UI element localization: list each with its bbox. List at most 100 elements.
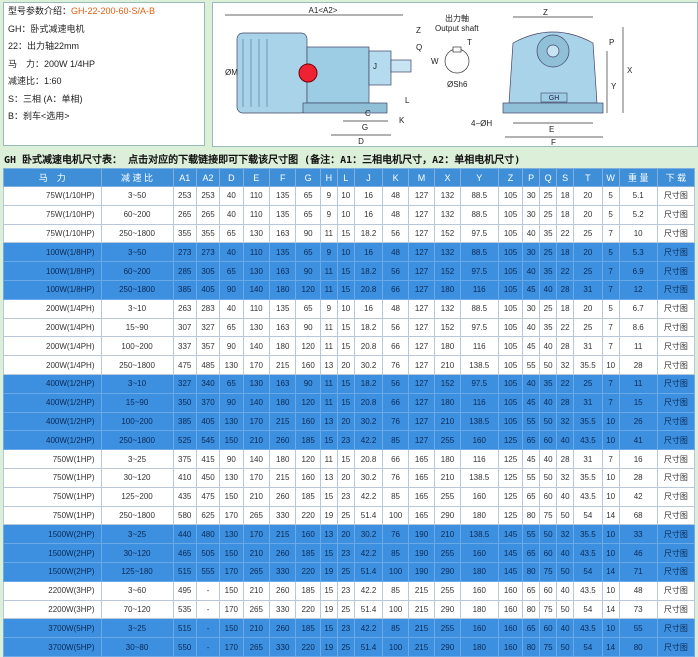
download-link[interactable]: 尺寸图 xyxy=(656,430,696,451)
table-cell: 20.8 xyxy=(353,336,384,357)
download-link[interactable]: 尺寸图 xyxy=(656,467,696,488)
table-cell: 160 xyxy=(497,580,524,601)
table-cell: 110 xyxy=(242,204,270,225)
table-cell: 18 xyxy=(556,204,575,225)
table-cell: - xyxy=(195,618,221,639)
download-link[interactable]: 尺寸图 xyxy=(656,242,696,263)
table-cell: 330 xyxy=(268,599,297,620)
download-link[interactable]: 尺寸图 xyxy=(656,279,696,300)
download-link[interactable]: 尺寸图 xyxy=(656,449,696,469)
column-header: X xyxy=(434,168,461,187)
table-cell: 71 xyxy=(618,561,658,582)
table-cell: 15 xyxy=(319,543,338,563)
download-link[interactable]: 尺寸图 xyxy=(656,561,696,582)
download-link[interactable]: 尺寸图 xyxy=(656,298,696,319)
table-cell: 80 xyxy=(522,505,541,526)
download-link[interactable]: 尺寸图 xyxy=(656,618,696,639)
download-link[interactable]: 尺寸图 xyxy=(656,204,696,225)
table-row: 400W(1/2HP) 100~200 385 405 130 170 215 160 13 20… xyxy=(3,411,696,432)
download-link[interactable]: 尺寸图 xyxy=(656,317,696,338)
table-cell: 25 xyxy=(336,561,355,582)
table-cell: 65 xyxy=(522,430,541,451)
download-link[interactable]: 尺寸图 xyxy=(656,373,696,394)
table-cell: 40 xyxy=(556,580,575,601)
table-cell: 210 xyxy=(242,430,270,451)
power-cell: 750W(1HP) xyxy=(3,449,102,469)
table-cell: 43.5 xyxy=(573,486,603,507)
download-link[interactable]: 尺寸图 xyxy=(656,505,696,526)
table-cell: 130 xyxy=(242,317,270,338)
table-cell: 100~200 xyxy=(100,336,174,357)
table-cell: 88.5 xyxy=(459,298,499,319)
table-cell: 5 xyxy=(601,298,620,319)
table-cell: 25 xyxy=(573,261,603,281)
table-cell: 13 xyxy=(319,467,338,488)
table-cell: 145 xyxy=(497,543,524,563)
table-cell: 40 xyxy=(522,223,541,244)
table-cell: 265 xyxy=(195,204,221,225)
table-cell: 97.5 xyxy=(459,373,499,394)
table-cell: 20 xyxy=(336,355,355,375)
table-row: 200W(1/4PH) 15~90 307 327 65 130 163 90 11 15 18.2… xyxy=(3,317,696,338)
table-cell: 263 xyxy=(172,298,197,319)
table-cell: 10 xyxy=(601,618,620,639)
table-cell: 31 xyxy=(573,336,603,357)
download-link[interactable]: 尺寸图 xyxy=(656,637,696,657)
shaft-section xyxy=(444,48,470,74)
svg-text:J: J xyxy=(373,62,377,71)
table-cell: 180 xyxy=(434,392,461,413)
table-cell: 15 xyxy=(319,486,338,507)
download-link[interactable]: 尺寸图 xyxy=(656,223,696,244)
download-link[interactable]: 尺寸图 xyxy=(656,411,696,432)
table-cell: 30 xyxy=(522,242,541,263)
download-link[interactable]: 尺寸图 xyxy=(656,186,696,206)
table-cell: 18.2 xyxy=(353,373,384,394)
table-cell: 160 xyxy=(459,430,499,451)
table-cell: 45 xyxy=(522,336,541,357)
table-cell: 260 xyxy=(268,430,297,451)
table-cell: 10 xyxy=(336,204,355,225)
table-cell: 60 xyxy=(539,618,558,639)
download-link[interactable]: 尺寸图 xyxy=(656,261,696,281)
table-cell: 9 xyxy=(319,204,338,225)
table-cell: 440 xyxy=(172,524,197,545)
table-cell: 545 xyxy=(195,430,221,451)
download-link[interactable]: 尺寸图 xyxy=(656,355,696,375)
column-header: Y xyxy=(459,168,499,187)
table-cell: 85 xyxy=(382,618,409,639)
table-cell: 11 xyxy=(319,223,338,244)
download-link[interactable]: 尺寸图 xyxy=(656,336,696,357)
table-cell: 385 xyxy=(172,411,197,432)
table-cell: 220 xyxy=(295,599,321,620)
table-cell: 76 xyxy=(382,355,409,375)
table-cell: 100 xyxy=(382,599,409,620)
table-cell: 60~200 xyxy=(100,261,174,281)
table-cell: 130 xyxy=(242,373,270,394)
download-link[interactable]: 尺寸图 xyxy=(656,486,696,507)
table-cell: 20 xyxy=(573,186,603,206)
table-cell: 130 xyxy=(242,261,270,281)
download-link[interactable]: 尺寸图 xyxy=(656,524,696,545)
table-cell: 97.5 xyxy=(459,261,499,281)
table-cell: 130 xyxy=(219,355,244,375)
table-cell: 66 xyxy=(382,449,409,469)
table-cell: 23 xyxy=(336,430,355,451)
download-link[interactable]: 尺寸图 xyxy=(656,599,696,620)
svg-text:Output shaft: Output shaft xyxy=(435,24,479,33)
table-cell: 385 xyxy=(172,279,197,300)
download-link[interactable]: 尺寸图 xyxy=(656,392,696,413)
table-cell: 11 xyxy=(319,392,338,413)
download-link[interactable]: 尺寸图 xyxy=(656,543,696,563)
table-cell: 28 xyxy=(556,392,575,413)
table-cell: 265 xyxy=(172,204,197,225)
table-cell: 90 xyxy=(295,223,321,244)
brand-logo xyxy=(298,63,318,83)
column-header: E xyxy=(242,168,270,187)
table-cell: 10 xyxy=(601,580,620,601)
table-cell: 535 xyxy=(172,599,197,620)
table-row: 2200W(3HP) 70~120 535-170 265 330 220 19 25 51.4… xyxy=(3,599,696,620)
table-cell: 14 xyxy=(601,505,620,526)
table-cell: 15~90 xyxy=(100,392,174,413)
table-cell: 150 xyxy=(219,618,244,639)
download-link[interactable]: 尺寸图 xyxy=(656,580,696,601)
